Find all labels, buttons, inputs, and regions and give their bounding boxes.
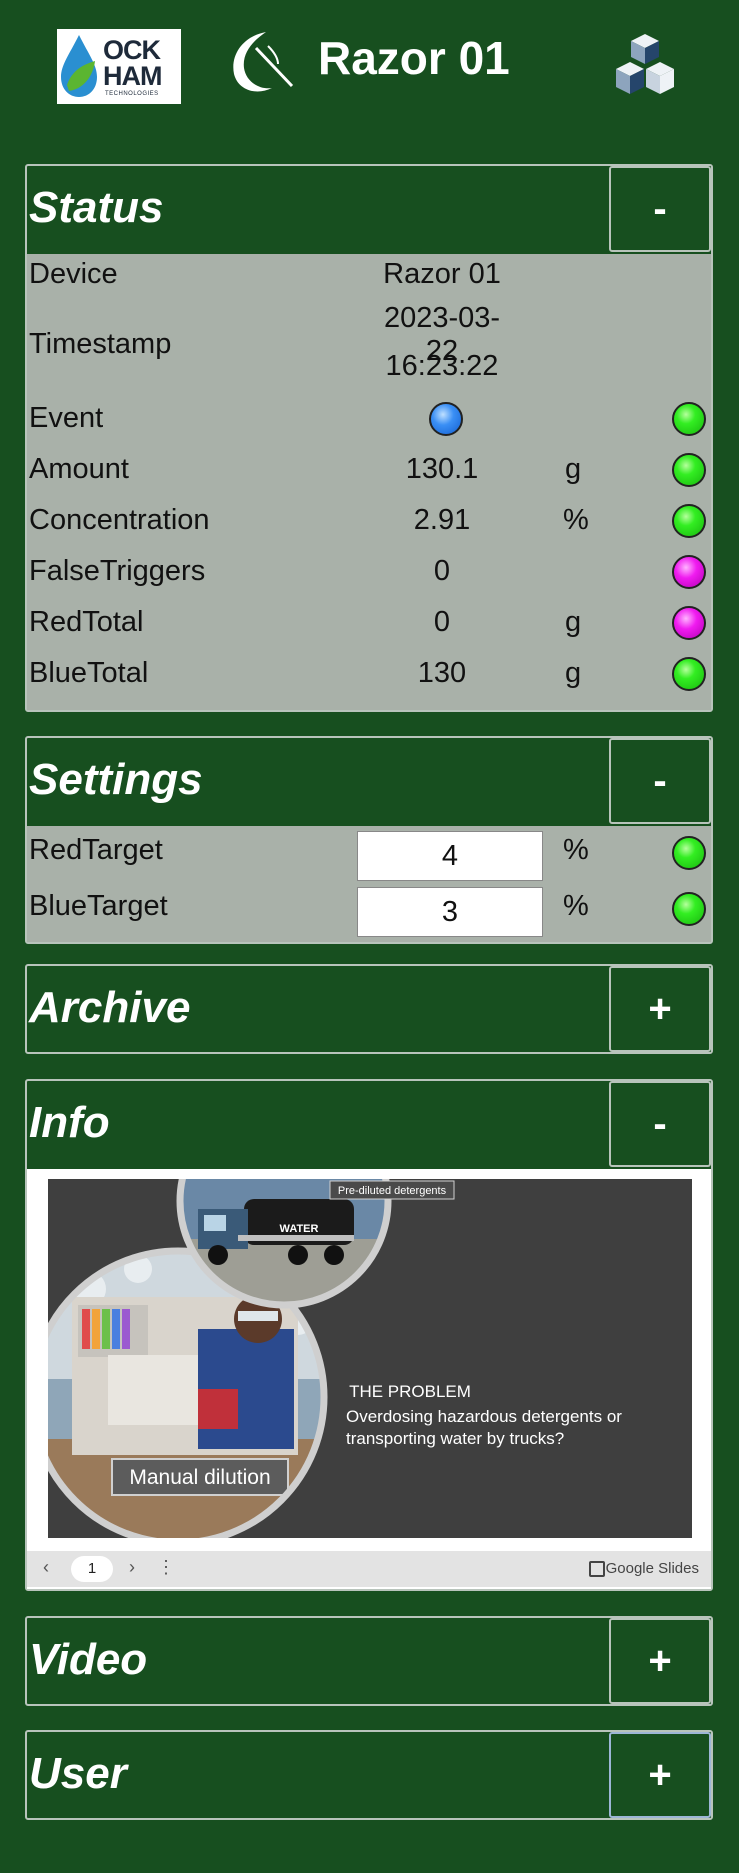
redtotal-value: 0 <box>433 606 451 638</box>
bluetotal-status-indicator <box>672 657 706 691</box>
device-label: Device <box>29 258 118 290</box>
amount-unit: g <box>565 453 582 485</box>
amount-status-indicator <box>672 453 706 487</box>
settings-body: RedTarget 4 % BlueTarget 3 % <box>27 826 711 942</box>
info-title: Info <box>29 1098 110 1147</box>
info-header: Info - <box>27 1081 711 1169</box>
app-header: OCK HAM TECHNOLOGIES Razor 01 <box>0 0 739 140</box>
info-panel: Info - Manual dilution Pre-diluted deter… <box>25 1079 713 1591</box>
slide-heading: THE PROBLEM <box>349 1382 471 1401</box>
google-slides-link[interactable]: Google Slides <box>606 1560 699 1577</box>
falsetriggers-status-indicator <box>672 555 706 589</box>
video-title: Video <box>29 1635 148 1684</box>
status-row-concentration: Concentration 2.91 % <box>27 496 711 547</box>
amount-value: 130.1 <box>405 453 479 485</box>
event-label: Event <box>29 402 104 434</box>
redtotal-label: RedTotal <box>29 606 144 638</box>
slide-caption: Manual dilution <box>129 1466 270 1489</box>
concentration-label: Concentration <box>29 504 210 536</box>
status-row-redtotal: RedTotal 0 g <box>27 598 711 649</box>
bluetarget-label: BlueTarget <box>29 890 168 922</box>
brand-line-1: OCK <box>103 35 161 65</box>
redtotal-status-indicator <box>672 606 706 640</box>
settings-panel: Settings - RedTarget 4 % BlueTarget 3 % <box>25 736 713 944</box>
concentration-status-indicator <box>672 504 706 538</box>
slides-toolbar: ‹ 1 › ⋮ Google Slides <box>27 1551 711 1587</box>
status-row-device: Device Razor 01 <box>27 254 711 298</box>
concentration-unit: % <box>563 504 589 536</box>
bluetotal-unit: g <box>565 657 582 689</box>
settings-collapse-button[interactable]: - <box>609 738 711 824</box>
bluetarget-unit: % <box>563 890 589 922</box>
settings-title: Settings <box>29 755 203 804</box>
slide-canvas: Manual dilution Pre-diluted detergents W… <box>48 1179 692 1538</box>
bluetotal-label: BlueTotal <box>29 657 149 689</box>
event-status-indicator <box>672 402 706 436</box>
archive-header: Archive + <box>27 966 711 1054</box>
status-body: Device Razor 01 Timestamp 2023-03-22 16:… <box>27 254 711 710</box>
page-title: Razor 01 <box>318 32 510 84</box>
status-panel: Status - Device Razor 01 Timestamp 2023-… <box>25 164 713 712</box>
razor-logo-icon <box>233 32 294 92</box>
more-options-icon[interactable]: ⋮ <box>157 1557 175 1578</box>
user-expand-button[interactable]: + <box>609 1732 711 1818</box>
previous-slide-icon[interactable]: ‹ <box>43 1557 49 1578</box>
timestamp-label: Timestamp <box>29 328 172 360</box>
status-row-falsetriggers: FalseTriggers 0 <box>27 547 711 598</box>
falsetriggers-value: 0 <box>433 555 451 587</box>
redtotal-unit: g <box>565 606 582 638</box>
slide-tag-top: Pre-diluted detergents <box>338 1185 447 1197</box>
redtarget-status-indicator <box>672 836 706 870</box>
bluetarget-input[interactable]: 3 <box>357 887 543 937</box>
event-value-indicator <box>429 402 463 436</box>
video-header: Video + <box>27 1618 711 1706</box>
status-header: Status - <box>27 166 711 254</box>
user-panel: User + <box>25 1730 713 1820</box>
status-row-timestamp: Timestamp 2023-03-22 16:23:22 <box>27 298 711 394</box>
status-row-amount: Amount 130.1 g <box>27 445 711 496</box>
status-collapse-button[interactable]: - <box>609 166 711 252</box>
settings-row-bluetarget: BlueTarget 3 % <box>27 884 711 940</box>
settings-row-redtarget: RedTarget 4 % <box>27 828 711 884</box>
slide-text-line-2: transporting water by trucks? <box>346 1429 564 1448</box>
next-slide-icon[interactable]: › <box>129 1557 135 1578</box>
archive-expand-button[interactable]: + <box>609 966 711 1052</box>
google-slides-embed[interactable]: Manual dilution Pre-diluted detergents W… <box>27 1169 711 1589</box>
archive-title: Archive <box>29 983 191 1032</box>
brand-subtitle: TECHNOLOGIES <box>105 91 159 97</box>
user-title: User <box>29 1749 127 1798</box>
video-panel: Video + <box>25 1616 713 1706</box>
brand-line-2: HAM <box>103 61 162 91</box>
redtarget-unit: % <box>563 834 589 866</box>
amount-label: Amount <box>29 453 129 485</box>
slide-page-number[interactable]: 1 <box>71 1556 113 1582</box>
slide-truck-label: WATER <box>280 1223 319 1235</box>
redtarget-label: RedTarget <box>29 834 163 866</box>
status-row-event: Event <box>27 394 711 445</box>
status-row-bluetotal: BlueTotal 130 g <box>27 649 711 700</box>
google-slides-icon <box>589 1561 605 1577</box>
ockham-logo: OCK HAM TECHNOLOGIES <box>57 29 181 104</box>
slide-graphic: Manual dilution Pre-diluted detergents W… <box>48 1179 622 1538</box>
info-collapse-button[interactable]: - <box>609 1081 711 1167</box>
status-title: Status <box>29 183 164 232</box>
settings-header: Settings - <box>27 738 711 826</box>
device-value: Razor 01 <box>383 258 501 290</box>
falsetriggers-label: FalseTriggers <box>29 555 206 587</box>
bluetarget-status-indicator <box>672 892 706 926</box>
archive-panel: Archive + <box>25 964 713 1054</box>
redtarget-input[interactable]: 4 <box>357 831 543 881</box>
concentration-value: 2.91 <box>413 504 471 536</box>
user-header: User + <box>27 1732 711 1820</box>
cubes-icon[interactable] <box>606 28 684 106</box>
bluetotal-value: 130 <box>417 657 467 689</box>
timestamp-time: 16:23:22 <box>385 350 499 382</box>
video-expand-button[interactable]: + <box>609 1618 711 1704</box>
ockham-drop-icon <box>61 35 97 97</box>
slide-text-line-1: Overdosing hazardous detergents or <box>346 1407 622 1426</box>
